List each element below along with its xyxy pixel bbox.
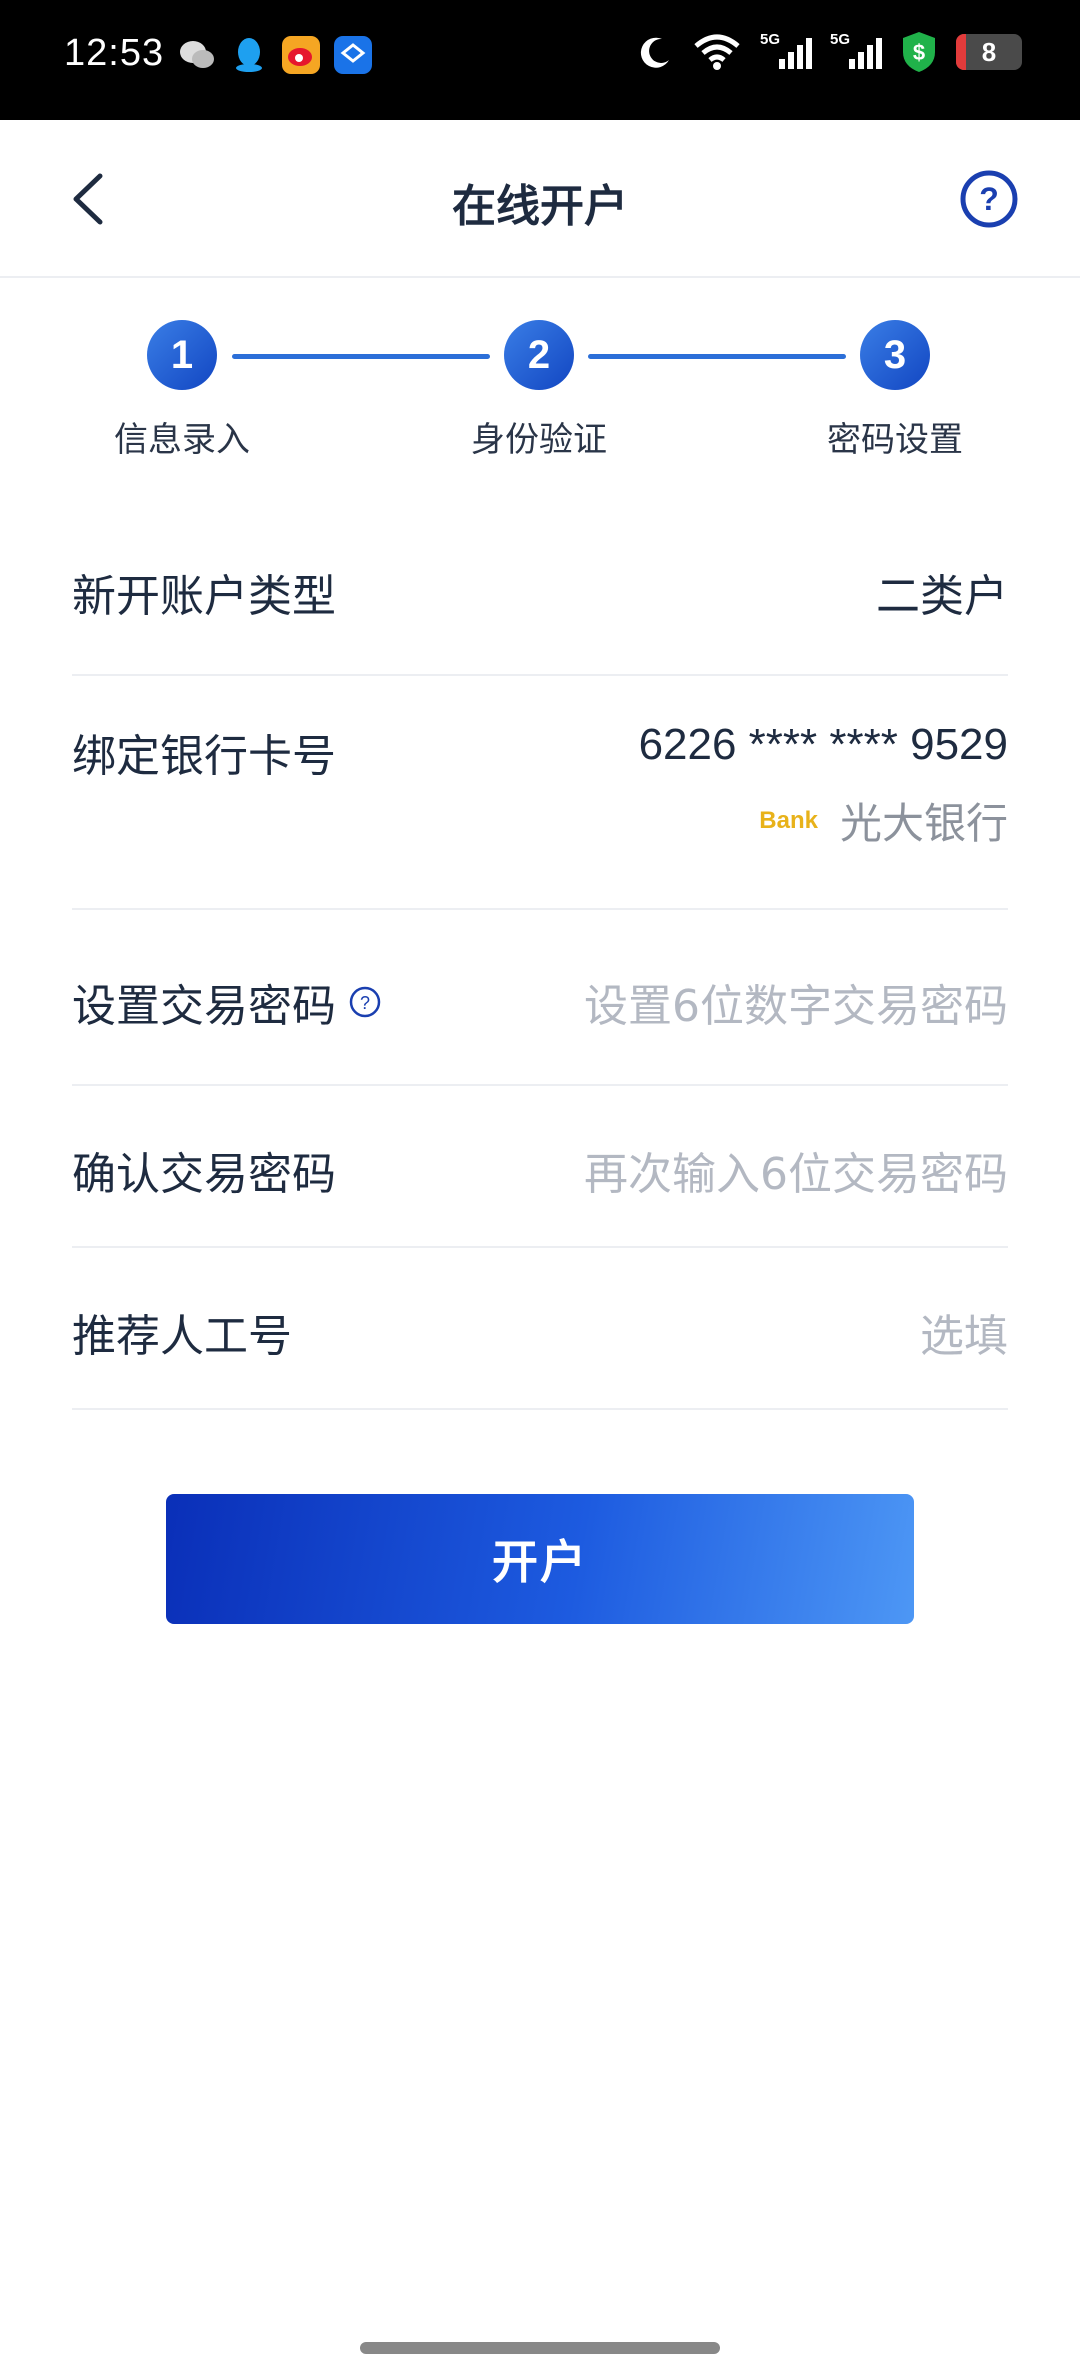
battery-level: 8	[981, 36, 997, 67]
svg-text:?: ?	[360, 993, 370, 1013]
svg-text:?: ?	[979, 181, 999, 217]
step-number: 2	[504, 320, 574, 390]
bank-card-row: 绑定银行卡号 6226 **** **** 9529 Bank 光大银行	[72, 676, 1008, 910]
bank-card-label: 绑定银行卡号	[72, 731, 336, 782]
confirm-password-input[interactable]: 再次输入6位交易密码	[584, 1138, 1008, 1202]
wechat-icon	[178, 36, 216, 74]
svg-text:$: $	[913, 40, 925, 65]
battery-icon: 8	[956, 34, 1022, 70]
trade-password-label: 设置交易密码 ?	[72, 970, 382, 1034]
confirm-password-row[interactable]: 确认交易密码 再次输入6位交易密码	[72, 1086, 1008, 1248]
cellular-signal-icon: 5G	[830, 31, 882, 73]
referrer-label: 推荐人工号	[72, 1311, 292, 1362]
help-button[interactable]: ?	[960, 170, 1018, 228]
system-indicators: 5G 5G $ 8	[636, 30, 1022, 74]
confirm-password-label: 确认交易密码	[72, 1149, 336, 1200]
question-circle-icon: ?	[960, 170, 1018, 228]
step-number: 3	[860, 320, 930, 390]
qq-icon	[230, 36, 268, 74]
network-type-label: 5G	[760, 31, 781, 48]
account-type-value: 二类户	[876, 571, 1008, 622]
bank-app-icon	[334, 36, 372, 74]
step-info-entry: 1 信息录入	[82, 320, 282, 461]
referrer-row[interactable]: 推荐人工号 选填	[72, 1248, 1008, 1410]
status-bar: 12:53 5G 5G $ 8	[0, 0, 1080, 120]
bank-card-number: 6226 **** **** 9529	[638, 720, 1008, 769]
trade-password-input[interactable]: 设置6位数字交易密码	[584, 970, 1008, 1034]
step-label: 信息录入	[114, 420, 250, 460]
progress-stepper: 1 信息录入 2 身份验证 3 密码设置	[0, 320, 1080, 480]
page-title: 在线开户	[452, 181, 628, 232]
moon-icon	[640, 37, 669, 68]
weibo-icon	[282, 36, 320, 74]
account-type-row: 新开账户类型 二类户	[72, 520, 1008, 676]
referrer-input[interactable]: 选填	[920, 1300, 1008, 1364]
bank-info: Bank 光大银行	[759, 790, 1008, 851]
step-label: 密码设置	[827, 420, 963, 460]
step-number: 1	[147, 320, 217, 390]
trade-password-label-text: 设置交易密码	[72, 981, 336, 1032]
bank-name: 光大银行	[839, 799, 1008, 848]
network-type-label: 5G	[830, 31, 851, 48]
status-time: 12:53	[64, 32, 165, 74]
step-password-setup: 3 密码设置	[795, 320, 995, 461]
bank-logo: Bank	[759, 806, 818, 834]
cellular-signal-icon: 5G	[760, 31, 812, 73]
notification-icons	[178, 36, 372, 74]
open-account-button[interactable]: 开户	[166, 1494, 914, 1624]
account-type-label: 新开账户类型	[72, 571, 336, 622]
trade-password-row[interactable]: 设置交易密码 ? 设置6位数字交易密码	[72, 910, 1008, 1086]
account-form: 新开账户类型 二类户 绑定银行卡号 6226 **** **** 9529 Ba…	[72, 520, 1008, 1410]
step-identity-verification: 2 身份验证	[439, 320, 639, 461]
wifi-icon	[694, 34, 740, 70]
home-indicator[interactable]	[360, 2342, 720, 2354]
shield-dollar-icon: $	[903, 32, 935, 72]
question-circle-icon[interactable]: ?	[348, 985, 382, 1019]
nav-bar: 在线开户 ?	[0, 120, 1080, 278]
step-label: 身份验证	[471, 420, 607, 460]
